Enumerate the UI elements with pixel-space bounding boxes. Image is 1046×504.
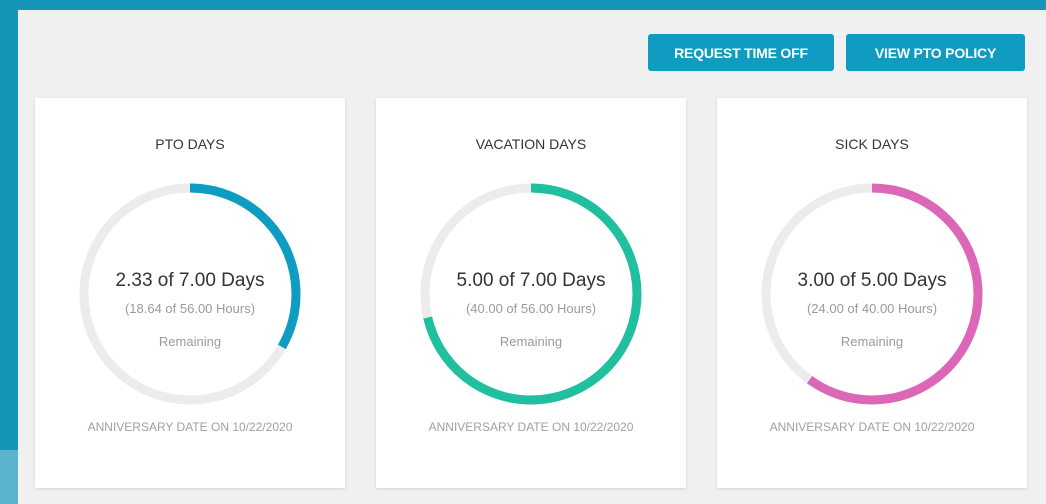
pto-progress-ring: 2.33 of 7.00 Days (18.64 of 56.00 Hours)… xyxy=(79,183,301,405)
hours-remaining-text: (18.64 of 56.00 Hours) xyxy=(124,301,256,316)
remaining-label: Remaining xyxy=(158,334,222,349)
action-bar: REQUEST TIME OFF VIEW PTO POLICY xyxy=(648,34,1025,71)
days-remaining-text: 2.33 of 7.00 Days xyxy=(115,270,265,291)
request-time-off-button[interactable]: REQUEST TIME OFF xyxy=(648,34,834,71)
hours-remaining-text: (40.00 of 56.00 Hours) xyxy=(465,301,597,316)
card-title: PTO DAYS xyxy=(155,136,225,152)
card-title: VACATION DAYS xyxy=(475,136,587,152)
pto-days-card: PTO DAYS 2.33 of 7.00 Days (18.64 of 56.… xyxy=(35,98,345,488)
remaining-label: Remaining xyxy=(840,334,904,349)
anniversary-date: ANNIVERSARY DATE ON 10/22/2020 xyxy=(87,420,293,434)
view-pto-policy-button[interactable]: VIEW PTO POLICY xyxy=(846,34,1025,71)
remaining-label: Remaining xyxy=(499,334,563,349)
days-remaining-text: 3.00 of 5.00 Days xyxy=(797,270,947,291)
days-remaining-text: 5.00 of 7.00 Days xyxy=(456,270,606,291)
time-off-panel: REQUEST TIME OFF VIEW PTO POLICY PTO DAY… xyxy=(18,10,1046,504)
vacation-progress-ring: 5.00 of 7.00 Days (40.00 of 56.00 Hours)… xyxy=(420,183,642,405)
background-edge xyxy=(0,450,18,504)
sick-days-card: SICK DAYS 3.00 of 5.00 Days (24.00 of 40… xyxy=(717,98,1027,488)
sick-progress-ring: 3.00 of 5.00 Days (24.00 of 40.00 Hours)… xyxy=(761,183,983,405)
anniversary-date: ANNIVERSARY DATE ON 10/22/2020 xyxy=(769,420,975,434)
hours-remaining-text: (24.00 of 40.00 Hours) xyxy=(806,301,938,316)
vacation-days-card: VACATION DAYS 5.00 of 7.00 Days (40.00 o… xyxy=(376,98,686,488)
anniversary-date: ANNIVERSARY DATE ON 10/22/2020 xyxy=(428,420,634,434)
card-title: SICK DAYS xyxy=(835,136,909,152)
